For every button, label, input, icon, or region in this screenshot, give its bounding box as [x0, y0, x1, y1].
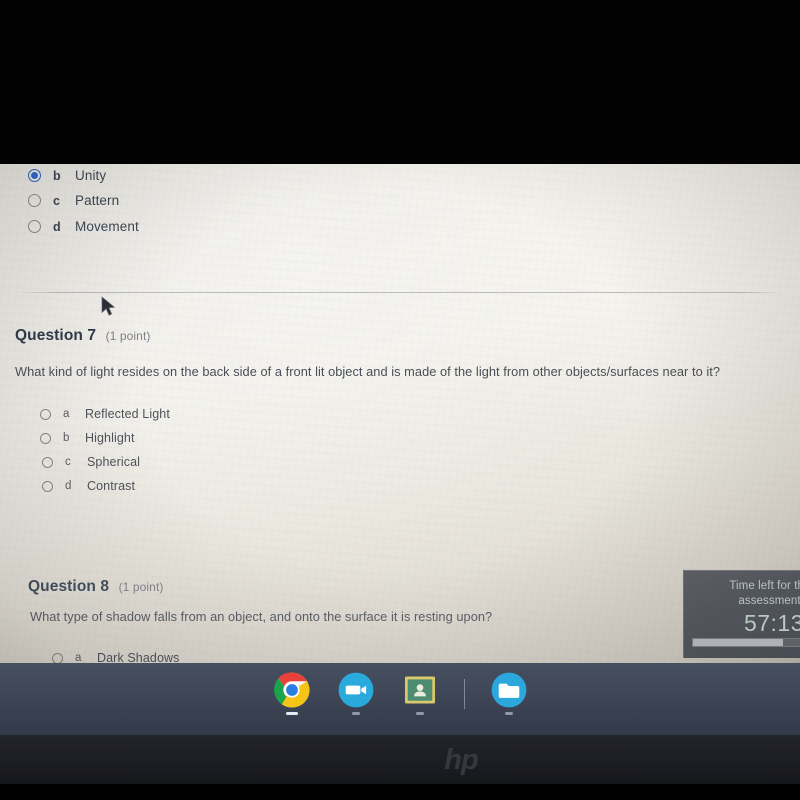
radio-button-c[interactable]	[28, 194, 41, 207]
shelf-item-chrome[interactable]	[272, 671, 312, 717]
shelf-running-indicator	[415, 712, 424, 715]
timer-remaining-value: 57:13	[743, 610, 800, 636]
question-8-title: Question 8	[28, 578, 110, 595]
question-divider	[14, 292, 784, 293]
option-letter: c	[65, 456, 71, 468]
option-row-b[interactable]: b Highlight	[40, 431, 135, 445]
chromeos-shelf	[0, 663, 800, 735]
shelf-item-zoom[interactable]	[336, 671, 376, 717]
mouse-cursor-icon	[101, 296, 116, 316]
radio-button-a[interactable]	[40, 408, 51, 420]
shelf-item-files[interactable]	[489, 671, 529, 717]
radio-button-a[interactable]	[52, 652, 63, 664]
radio-button-d[interactable]	[42, 480, 53, 492]
option-letter: a	[63, 408, 70, 420]
assessment-timer-panel: Time left for th assessment: 57:13	[683, 570, 800, 658]
option-text: Unity	[75, 168, 107, 183]
option-row-d[interactable]: d Movement	[28, 219, 139, 234]
option-text: Spherical	[87, 455, 141, 469]
option-letter: b	[63, 432, 70, 444]
option-text: Movement	[75, 219, 139, 234]
shelf-icon-strip	[0, 671, 800, 717]
hp-brand-logo: hp	[444, 744, 478, 776]
option-row-c[interactable]: c Spherical	[42, 455, 140, 469]
option-letter: d	[53, 219, 61, 234]
laptop-screen: b Unity c Pattern d Movement Question 7 …	[0, 150, 800, 666]
quiz-page: b Unity c Pattern d Movement Question 7 …	[0, 150, 800, 666]
timer-label-line-1: Time left for th	[729, 580, 800, 592]
option-letter: d	[65, 480, 72, 492]
question-7-title: Question 7	[15, 327, 97, 344]
shelf-running-indicator	[351, 712, 360, 715]
option-row-d[interactable]: d Contrast	[42, 479, 135, 493]
shelf-item-classroom[interactable]	[400, 671, 440, 717]
radio-button-c[interactable]	[42, 456, 53, 468]
option-text: Pattern	[75, 193, 120, 208]
question-8-header: Question 8 (1 point)	[28, 578, 163, 596]
radio-button-b[interactable]	[28, 169, 41, 182]
question-7-header: Question 7 (1 point)	[15, 327, 150, 345]
option-text: Contrast	[87, 479, 136, 493]
option-text: Reflected Light	[85, 407, 170, 421]
timer-progress-bar	[692, 638, 800, 647]
photo-bottom-black-band	[0, 784, 800, 800]
radio-button-b[interactable]	[40, 432, 51, 444]
shelf-separator	[463, 679, 465, 709]
question-8-body: What type of shadow falls from an object…	[30, 609, 493, 624]
radio-button-d[interactable]	[28, 220, 41, 233]
shelf-running-indicator	[504, 712, 513, 715]
timer-progress-fill	[693, 639, 784, 646]
zoom-video-icon[interactable]	[337, 671, 375, 709]
option-text: Highlight	[85, 431, 135, 445]
option-row-b[interactable]: b Unity	[28, 168, 106, 183]
files-folder-icon[interactable]	[490, 671, 528, 709]
question-7-points: (1 point)	[105, 329, 151, 343]
option-row-c[interactable]: c Pattern	[28, 193, 119, 208]
photo-top-black-band	[0, 0, 800, 164]
timer-label-line-2: assessment:	[738, 595, 800, 607]
photograph-of-laptop-screen: b Unity c Pattern d Movement Question 7 …	[0, 0, 800, 800]
question-7-body: What kind of light resides on the back s…	[15, 364, 721, 379]
option-letter: b	[53, 168, 61, 183]
question-8-points: (1 point)	[118, 580, 164, 594]
option-letter: c	[53, 193, 61, 208]
option-row-a[interactable]: a Reflected Light	[40, 407, 170, 421]
shelf-running-indicator	[285, 712, 298, 715]
chrome-icon[interactable]	[273, 671, 311, 709]
google-classroom-icon[interactable]	[401, 671, 439, 709]
